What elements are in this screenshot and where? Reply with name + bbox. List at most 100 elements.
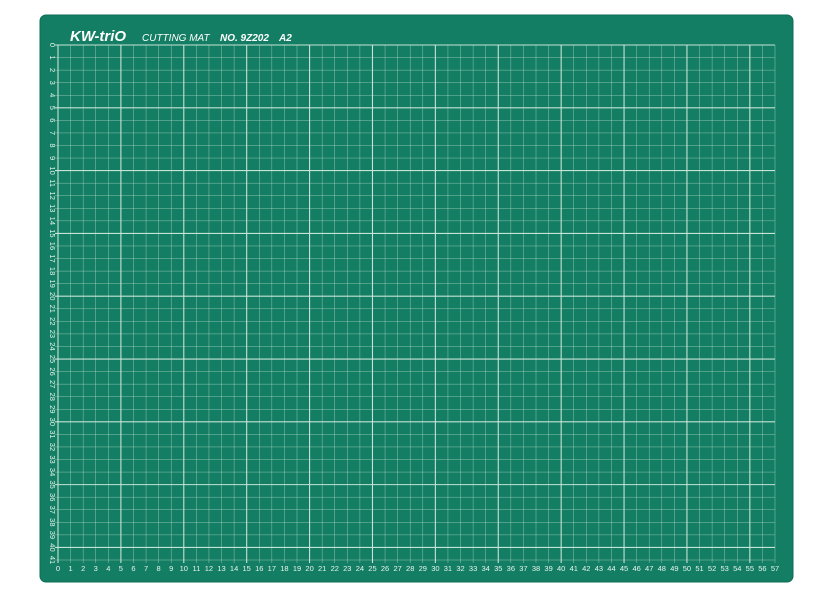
cutting-mat-photo: 0 1 2 3 4 5 6 7 8 9 10 11 12 13 14 15 16 17 18 19 20 21 22 23 24… <box>0 0 820 598</box>
bottom-tick-label: 47 <box>645 564 653 573</box>
left-tick-label: 24 <box>48 342 57 350</box>
bottom-tick-label: 52 <box>708 564 716 573</box>
product-name: CUTTING MAT <box>142 33 210 44</box>
left-tick-label: 36 <box>48 493 57 501</box>
left-tick-label: 14 <box>48 217 57 225</box>
bottom-tick-label: 20 <box>305 564 313 573</box>
bottom-tick-label: 51 <box>695 564 703 573</box>
left-tick-label: 3 <box>48 81 57 85</box>
left-tick-label: 41 <box>48 556 57 564</box>
left-tick-label: 20 <box>48 292 57 300</box>
left-tick-label: 4 <box>48 93 57 97</box>
bottom-tick-label: 46 <box>632 564 640 573</box>
bottom-tick-label: 37 <box>519 564 527 573</box>
left-tick-label: 33 <box>48 455 57 463</box>
bottom-tick-label: 11 <box>192 564 200 573</box>
bottom-tick-label: 0 <box>56 564 60 573</box>
bottom-tick-label: 5 <box>119 564 123 573</box>
bottom-tick-label: 13 <box>217 564 225 573</box>
left-tick-label: 5 <box>48 106 57 110</box>
bottom-tick-label: 9 <box>169 564 173 573</box>
bottom-tick-label: 2 <box>81 564 85 573</box>
bottom-tick-label: 42 <box>582 564 590 573</box>
bottom-tick-label: 41 <box>570 564 578 573</box>
left-tick-label: 6 <box>48 118 57 122</box>
left-tick-label: 13 <box>48 204 57 212</box>
bottom-tick-label: 50 <box>683 564 691 573</box>
left-tick-label: 12 <box>48 192 57 200</box>
bottom-tick-label: 40 <box>557 564 565 573</box>
left-tick-label: 30 <box>48 418 57 426</box>
bottom-tick-label: 55 <box>746 564 754 573</box>
bottom-tick-label: 22 <box>331 564 339 573</box>
left-tick-label: 18 <box>48 267 57 275</box>
bottom-tick-label: 44 <box>607 564 615 573</box>
left-tick-label: 37 <box>48 506 57 514</box>
left-tick-label: 25 <box>48 355 57 363</box>
left-tick-label: 7 <box>48 131 57 135</box>
left-tick-label: 8 <box>48 143 57 147</box>
bottom-tick-label: 19 <box>293 564 301 573</box>
bottom-tick-label: 36 <box>507 564 515 573</box>
bottom-tick-label: 31 <box>444 564 452 573</box>
bottom-tick-label: 8 <box>157 564 161 573</box>
left-tick-label: 39 <box>48 531 57 539</box>
bottom-tick-label: 28 <box>406 564 414 573</box>
left-tick-label: 35 <box>48 480 57 488</box>
bottom-tick-label: 48 <box>658 564 666 573</box>
left-tick-label: 31 <box>48 430 57 438</box>
bottom-tick-label: 56 <box>758 564 766 573</box>
left-tick-label: 22 <box>48 317 57 325</box>
bottom-tick-label: 17 <box>268 564 276 573</box>
bottom-tick-label: 53 <box>721 564 729 573</box>
bottom-tick-label: 21 <box>318 564 326 573</box>
cutting-mat: 0 1 2 3 4 5 6 7 8 9 10 11 12 13 14 15 16 17 18 19 20 21 22 23 24… <box>39 14 794 583</box>
left-tick-label: 28 <box>48 393 57 401</box>
left-tick-label: 2 <box>48 68 57 72</box>
bottom-tick-label: 18 <box>280 564 288 573</box>
bottom-tick-label: 14 <box>230 564 238 573</box>
bottom-tick-label: 45 <box>620 564 628 573</box>
bottom-tick-label: 54 <box>733 564 741 573</box>
left-tick-label: 34 <box>48 468 57 476</box>
bottom-tick-label: 32 <box>456 564 464 573</box>
bottom-tick-label: 1 <box>68 564 72 573</box>
left-tick-label: 40 <box>48 543 57 551</box>
left-tick-label: 21 <box>48 305 57 313</box>
left-tick-label: 23 <box>48 330 57 338</box>
bottom-tick-label: 33 <box>469 564 477 573</box>
bottom-tick-label: 29 <box>419 564 427 573</box>
bottom-tick-label: 39 <box>544 564 552 573</box>
left-tick-label: 29 <box>48 405 57 413</box>
model-number: NO. 9Z202 <box>220 33 269 44</box>
mat-size: A2 <box>278 33 292 44</box>
bottom-tick-label: 24 <box>356 564 364 573</box>
left-tick-label: 16 <box>48 242 57 250</box>
bottom-tick-label: 43 <box>595 564 603 573</box>
bottom-tick-label: 10 <box>180 564 188 573</box>
left-tick-label: 10 <box>48 166 57 174</box>
bottom-tick-label: 7 <box>144 564 148 573</box>
bottom-tick-label: 26 <box>381 564 389 573</box>
bottom-tick-label: 38 <box>532 564 540 573</box>
left-tick-label: 9 <box>48 156 57 160</box>
left-tick-label: 38 <box>48 518 57 526</box>
left-tick-label: 15 <box>48 229 57 237</box>
left-tick-label: 1 <box>48 55 57 59</box>
bottom-tick-label: 49 <box>670 564 678 573</box>
bottom-tick-label: 30 <box>431 564 439 573</box>
brand-logo: KW-triO <box>70 28 126 45</box>
bottom-tick-label: 3 <box>94 564 98 573</box>
bottom-tick-label: 16 <box>255 564 263 573</box>
left-tick-label: 27 <box>48 380 57 388</box>
bottom-tick-label: 12 <box>205 564 213 573</box>
left-tick-label: 0 <box>48 43 57 47</box>
bottom-tick-label: 4 <box>106 564 110 573</box>
bottom-tick-label: 15 <box>243 564 251 573</box>
left-tick-label: 19 <box>48 279 57 287</box>
bottom-tick-label: 35 <box>494 564 502 573</box>
bottom-tick-label: 25 <box>368 564 376 573</box>
left-tick-label: 11 <box>48 179 57 187</box>
bottom-tick-label: 34 <box>482 564 490 573</box>
bottom-tick-label: 57 <box>771 564 779 573</box>
